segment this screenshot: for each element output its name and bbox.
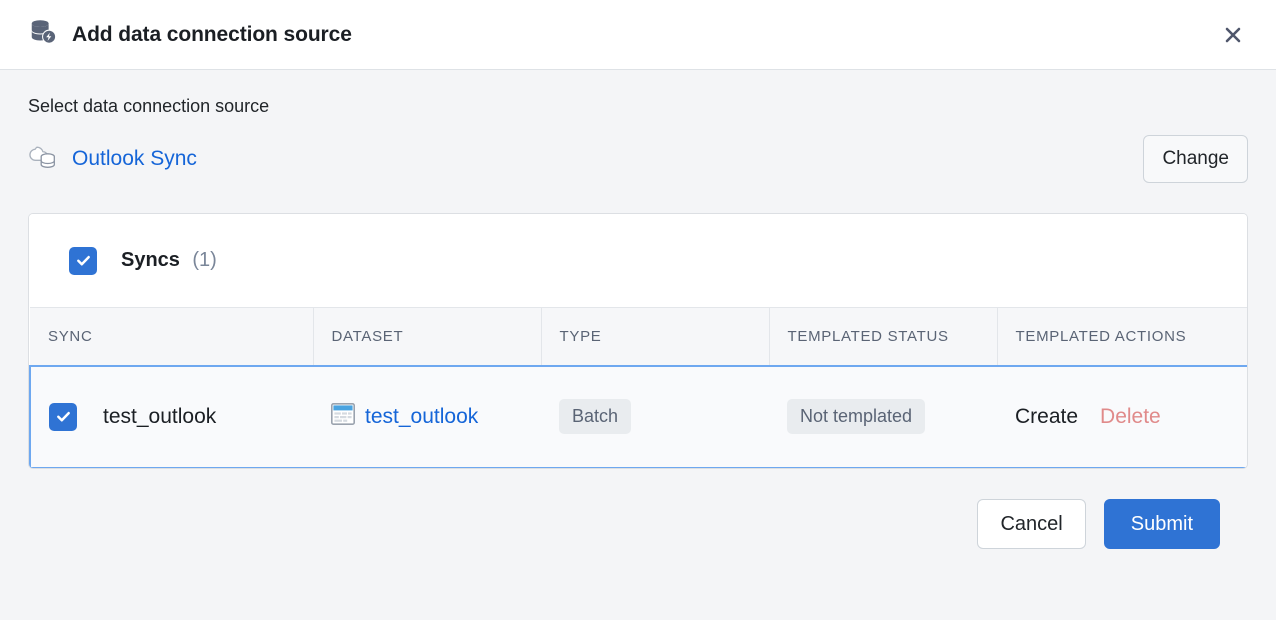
table-row[interactable]: test_outlook test_outlook Batch Not temp…	[29, 364, 1247, 468]
source-name-link[interactable]: Outlook Sync	[72, 147, 197, 171]
syncs-card-title-group: Syncs (1)	[121, 249, 217, 272]
column-header-templated-actions: TEMPLATED ACTIONS	[997, 307, 1247, 366]
cell-templated-status: Not templated	[769, 364, 997, 468]
cell-type: Batch	[541, 364, 769, 468]
delete-action[interactable]: Delete	[1100, 405, 1161, 429]
close-icon[interactable]	[1216, 18, 1250, 52]
row-checkbox[interactable]	[49, 402, 77, 431]
create-action[interactable]: Create	[1015, 405, 1078, 429]
dialog-body: Select data connection source Outlook Sy…	[0, 70, 1276, 620]
column-header-sync: SYNC	[30, 307, 314, 366]
status-badge: Not templated	[787, 399, 926, 434]
dialog-footer: Cancel Submit	[28, 469, 1248, 549]
column-header-templated-status: TEMPLATED STATUS	[769, 307, 998, 366]
cancel-button[interactable]: Cancel	[977, 499, 1086, 549]
syncs-card-count: (1)	[192, 249, 217, 271]
cloud-database-icon	[28, 142, 60, 177]
dialog-header: Add data connection source	[0, 0, 1276, 70]
source-row: Outlook Sync Change	[28, 135, 1248, 183]
dialog-title-group: Add data connection source	[28, 17, 352, 52]
check-icon	[56, 411, 70, 422]
check-icon	[76, 255, 90, 266]
syncs-card: Syncs (1) SYNC DATASET TYPE TEMPLATED ST…	[28, 213, 1248, 469]
table-icon	[331, 402, 355, 431]
sync-name: test_outlook	[103, 404, 217, 428]
syncs-card-header: Syncs (1)	[29, 214, 1247, 307]
table-header-row: SYNC DATASET TYPE TEMPLATED STATUS TEMPL…	[30, 307, 1247, 366]
cell-dataset: test_outlook	[313, 364, 541, 468]
cell-sync: test_outlook	[29, 364, 313, 468]
database-bolt-icon	[28, 17, 58, 52]
column-header-type: TYPE	[541, 307, 770, 366]
page-title: Add data connection source	[72, 22, 352, 46]
source-display: Outlook Sync	[28, 142, 197, 177]
section-label: Select data connection source	[28, 96, 270, 116]
cell-templated-actions: Create Delete	[997, 364, 1247, 468]
dataset-link[interactable]: test_outlook	[365, 405, 478, 429]
syncs-card-title: Syncs	[121, 249, 180, 271]
type-badge: Batch	[559, 399, 632, 434]
submit-button[interactable]: Submit	[1103, 499, 1220, 549]
syncs-table: SYNC DATASET TYPE TEMPLATED STATUS TEMPL…	[29, 307, 1247, 468]
column-header-dataset: DATASET	[313, 307, 542, 366]
change-button[interactable]: Change	[1143, 135, 1248, 183]
select-all-checkbox[interactable]	[69, 246, 97, 275]
